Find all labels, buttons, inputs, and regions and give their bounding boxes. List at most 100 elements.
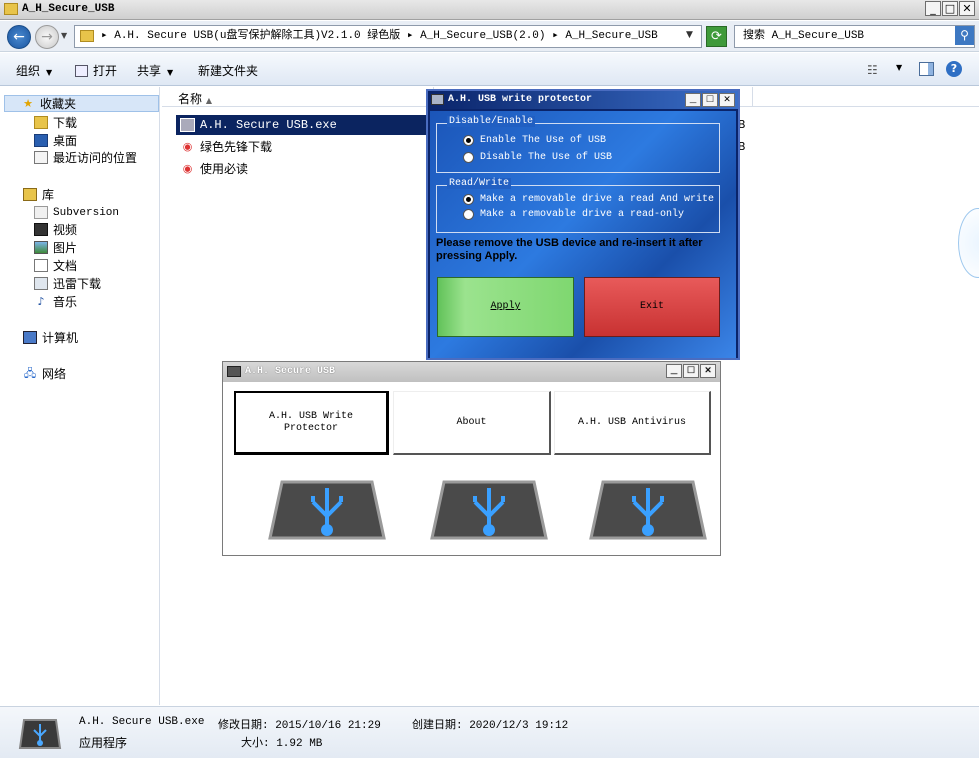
close-button[interactable]: ✕ — [719, 93, 735, 107]
open-button[interactable]: 打开 — [75, 62, 117, 79]
usb-icon — [431, 94, 444, 105]
nav-item-videos[interactable]: 视频 — [34, 221, 77, 238]
file-row[interactable]: ◉ 使用必读 — [176, 159, 248, 179]
read-only-radio[interactable]: Make a removable drive a read-only — [463, 209, 684, 220]
nav-label: Subversion — [53, 206, 120, 219]
file-name: 绿色先锋下载 — [200, 140, 273, 154]
share-button[interactable]: 共享 ▼ — [137, 62, 173, 79]
recent-pages-dropdown[interactable]: ▼ — [61, 31, 67, 40]
radio-label: Enable The Use of USB — [480, 135, 607, 146]
open-icon — [75, 65, 88, 77]
desktop-icon — [34, 134, 48, 147]
disable-usb-radio[interactable]: Disable The Use of USB — [463, 152, 612, 163]
nav-label: 音乐 — [53, 295, 78, 309]
downloads-folder-icon — [34, 116, 48, 129]
address-bar[interactable]: ▸ A.H. Secure USB(u盘写保护解除工具)V2.1.0 绿色版 ▸… — [74, 25, 702, 48]
view-dropdown[interactable]: ▼ — [896, 63, 902, 72]
nav-item-documents[interactable]: 文档 — [34, 257, 77, 274]
music-icon: ♪ — [37, 295, 45, 308]
help-icon[interactable]: ? — [946, 61, 962, 77]
window-controls: _ □ ✕ — [925, 1, 975, 16]
details-pane: A.H. Secure USB.exe 修改日期: 2015/10/16 21:… — [0, 706, 979, 758]
maximize-button[interactable]: □ — [942, 1, 958, 16]
minimize-button[interactable]: _ — [666, 364, 682, 378]
file-row[interactable]: ◉ 绿色先锋下载 — [176, 137, 272, 157]
nav-label: 网络 — [42, 367, 67, 381]
column-divider[interactable] — [752, 87, 753, 107]
button-label: A.H. USB Write Protector — [268, 410, 353, 434]
nav-item-recent[interactable]: 最近访问的位置 — [34, 149, 137, 166]
dialog-controls: _ □ ✕ — [685, 93, 735, 107]
usb-drive-icon — [18, 719, 62, 749]
write-protector-button[interactable]: A.H. USB Write Protector — [234, 391, 389, 455]
organize-button[interactable]: 组织 ▼ — [16, 62, 52, 79]
maximize-button[interactable]: □ — [702, 93, 718, 107]
about-button[interactable]: About — [393, 391, 551, 455]
recent-places-icon — [34, 151, 48, 164]
button-label: A.H. USB Antivirus — [577, 416, 687, 428]
new-folder-button[interactable]: 新建文件夹 — [198, 62, 258, 79]
usb-drive-icon — [268, 480, 386, 540]
network-icon: 🖧 — [23, 367, 37, 380]
apply-label: Apply — [490, 301, 521, 312]
decorative-circle — [958, 208, 979, 278]
nav-item-desktop[interactable]: 桌面 — [34, 132, 77, 149]
antivirus-button[interactable]: A.H. USB Antivirus — [554, 391, 711, 455]
nav-item-pictures[interactable]: 图片 — [34, 239, 77, 256]
minimize-button[interactable]: _ — [685, 93, 701, 107]
radio-label: Disable The Use of USB — [480, 152, 613, 163]
minimize-button[interactable]: _ — [925, 1, 941, 16]
nav-item-favorites[interactable]: ★ 收藏夹 — [4, 95, 159, 112]
folder-icon — [80, 30, 94, 42]
radio-dot — [463, 135, 474, 146]
back-button[interactable]: ← — [7, 25, 31, 49]
dialog-title: A.H. USB write protector — [448, 94, 593, 105]
refresh-button[interactable]: ⟳ — [706, 26, 727, 47]
nav-label: 图片 — [53, 241, 78, 255]
nav-item-music[interactable]: ♪ 音乐 — [34, 293, 77, 310]
address-dropdown[interactable]: ▼ — [686, 30, 693, 40]
nav-label: 文档 — [53, 259, 78, 273]
nav-label: 桌面 — [53, 134, 78, 148]
nav-item-subversion[interactable]: Subversion — [34, 204, 119, 221]
organize-label: 组织 — [16, 64, 41, 78]
detail-created: 创建日期: 2020/12/3 19:12 — [412, 720, 569, 732]
search-icon[interactable]: ⚲ — [955, 26, 974, 45]
star-icon: ★ — [23, 97, 33, 110]
window-title: A_H_Secure_USB — [22, 3, 115, 15]
nav-label: 迅雷下载 — [53, 277, 102, 291]
close-button[interactable]: ✕ — [959, 1, 975, 16]
read-write-group: Read/Write Make a removable drive a read… — [436, 178, 720, 233]
group-label: Read/Write — [447, 178, 512, 189]
dialog-body: Disable/Enable Enable The Use of USB Dis… — [430, 111, 736, 358]
radio-dot — [463, 152, 474, 163]
forward-button[interactable]: → — [35, 25, 59, 49]
address-row: ← → ▼ ▸ A.H. Secure USB(u盘写保护解除工具)V2.1.0… — [0, 21, 979, 52]
nav-item-libraries[interactable]: 库 — [23, 186, 54, 203]
document-icon — [34, 259, 48, 272]
exit-button[interactable]: Exit — [584, 277, 720, 337]
preview-pane-icon[interactable] — [919, 62, 934, 76]
apply-button[interactable]: Apply — [437, 277, 574, 337]
nav-label: 下载 — [53, 116, 78, 130]
window-title: A.H. Secure USB — [245, 366, 336, 377]
detail-size: 大小: 1.92 MB — [241, 738, 323, 750]
enable-usb-radio[interactable]: Enable The Use of USB — [463, 135, 606, 146]
dialog-titlebar: A.H. USB write protector _ □ ✕ — [428, 91, 738, 109]
close-button[interactable]: ✕ — [700, 364, 716, 378]
picture-icon — [34, 241, 48, 254]
nav-item-downloads[interactable]: 下载 — [34, 114, 77, 131]
usb-drive-icon — [589, 480, 707, 540]
nav-item-computer[interactable]: 计算机 — [23, 329, 78, 346]
new-folder-label: 新建文件夹 — [198, 64, 259, 78]
read-write-radio[interactable]: Make a removable drive a read And write — [463, 194, 714, 205]
search-input[interactable]: 搜索 A_H_Secure_USB — [734, 25, 975, 48]
video-icon — [34, 223, 48, 236]
column-header-name[interactable]: 名称 ▲ — [178, 90, 212, 107]
nav-item-xunlei[interactable]: 迅雷下载 — [34, 275, 101, 292]
radio-label: Make a removable drive a read And write — [480, 194, 715, 205]
nav-label: 库 — [42, 188, 55, 202]
maximize-button[interactable]: □ — [683, 364, 699, 378]
view-options-icon[interactable]: ☷ — [867, 63, 878, 77]
nav-item-network[interactable]: 🖧 网络 — [23, 365, 66, 382]
